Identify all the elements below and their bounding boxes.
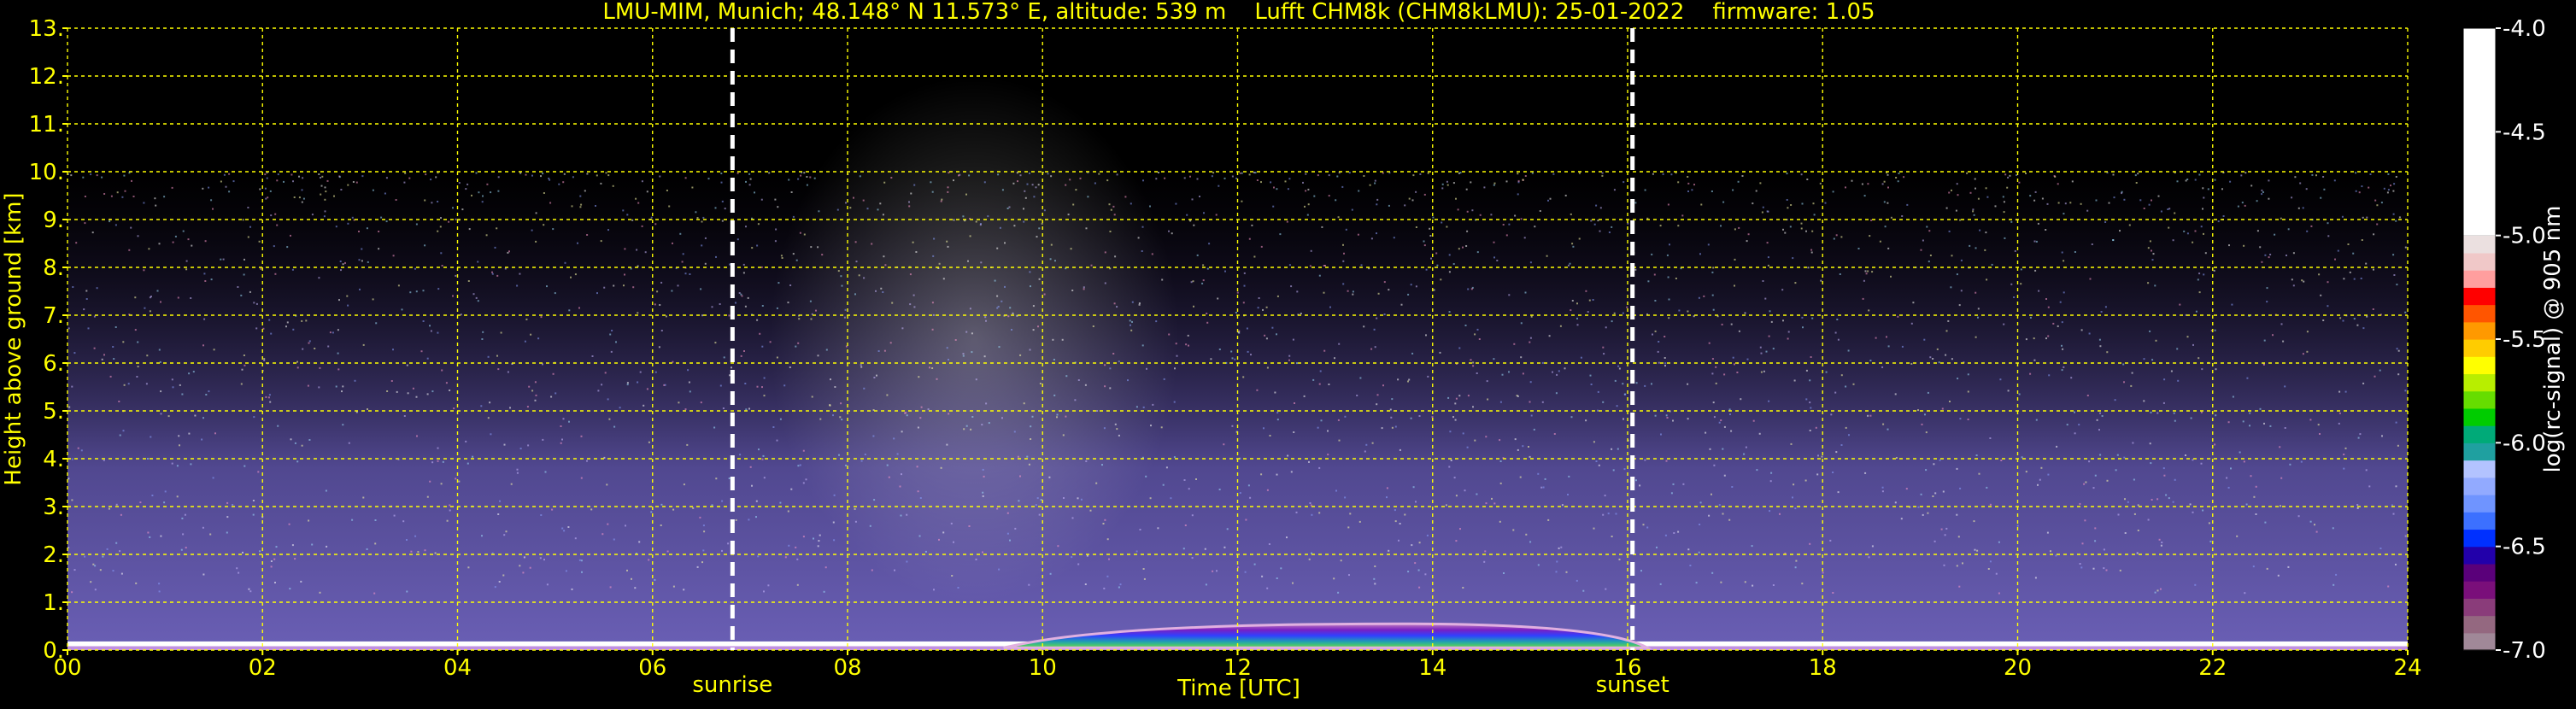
ceilometer-figure: LMU-MIM, Munich; 48.148° N 11.573° E, al…	[0, 0, 2576, 706]
y-tick-label: 10.	[29, 160, 64, 185]
colorbar-band	[2463, 252, 2496, 271]
colorbar-tick-label: -4.5	[2503, 120, 2546, 145]
ceilometer-chart: LMU-MIM, Munich; 48.148° N 11.573° E, al…	[1, 0, 2566, 701]
y-tick-label: 13.	[29, 16, 64, 42]
y-axis-label: Height above ground [km]	[1, 192, 26, 485]
y-tick-label: 8.	[43, 255, 64, 281]
daytime-noise	[769, 76, 1180, 602]
colorbar-band	[2463, 407, 2496, 426]
x-tick-label: 14	[1418, 655, 1446, 681]
x-axis-label: Time [UTC]	[1177, 676, 1300, 701]
colorbar-saturation	[2463, 28, 2496, 236]
colorbar-band	[2463, 598, 2496, 617]
x-tick-label: 06	[638, 655, 666, 681]
colorbar	[2462, 27, 2497, 651]
x-tick-label: 04	[443, 655, 472, 681]
colorbar-band	[2463, 495, 2496, 513]
y-tick-label: 3.	[43, 495, 64, 520]
colorbar-band	[2463, 477, 2496, 495]
colorbar-ticks: -4.0-4.5-5.0-5.5-6.0-6.5-7.0	[2496, 16, 2546, 664]
colorbar-band	[2463, 615, 2496, 634]
y-tick-label: 11.	[29, 112, 64, 138]
y-tick-label: 2.	[43, 542, 64, 568]
colorbar-band	[2463, 373, 2496, 392]
x-tick-label: 10	[1029, 655, 1057, 681]
colorbar-band	[2463, 270, 2496, 288]
colorbar-band	[2463, 632, 2496, 651]
x-tick-label: 22	[2198, 655, 2227, 681]
colorbar-band	[2463, 425, 2496, 443]
y-tick-label: 1.	[43, 590, 64, 616]
colorbar-band	[2463, 339, 2496, 357]
colorbar-band	[2463, 356, 2496, 375]
marker-label-sunrise: sunrise	[692, 672, 772, 698]
y-axis-ticks: 0.1.2.3.4.5.6.7.8.9.10.11.12.13.	[29, 16, 67, 664]
x-tick-label: 08	[833, 655, 861, 681]
x-tick-label: 20	[2004, 655, 2032, 681]
colorbar-band	[2463, 390, 2496, 409]
x-tick-label: 00	[53, 655, 81, 681]
chart-title: LMU-MIM, Munich; 48.148° N 11.573° E, al…	[602, 0, 1875, 25]
colorbar-tick-label: -6.5	[2503, 535, 2546, 560]
colorbar-band	[2463, 287, 2496, 306]
colorbar-band	[2463, 304, 2496, 323]
colorbar-band	[2463, 512, 2496, 530]
colorbar-band	[2463, 460, 2496, 478]
colorbar-band	[2463, 546, 2496, 565]
x-tick-label: 18	[1809, 655, 1837, 681]
colorbar-band	[2463, 235, 2496, 254]
colorbar-band	[2463, 321, 2496, 340]
y-tick-label: 6.	[43, 351, 64, 377]
colorbar-band	[2463, 529, 2496, 548]
colorbar-band	[2463, 442, 2496, 461]
y-tick-label: 9.	[43, 208, 64, 233]
x-tick-label: 24	[2393, 655, 2421, 681]
colorbar-tick-label: -4.0	[2503, 16, 2546, 42]
y-tick-label: 5.	[43, 399, 64, 425]
colorbar-label: log(rc-signal) @ 905 nm	[2540, 206, 2566, 473]
colorbar-tick-label: -7.0	[2503, 638, 2546, 664]
colorbar-band	[2463, 563, 2496, 582]
colorbar-band	[2463, 581, 2496, 599]
y-tick-label: 4.	[43, 447, 64, 472]
x-tick-label: 16	[1613, 655, 1641, 681]
x-tick-label: 02	[249, 655, 277, 681]
y-tick-label: 7.	[43, 303, 64, 329]
y-tick-label: 12.	[29, 64, 64, 90]
